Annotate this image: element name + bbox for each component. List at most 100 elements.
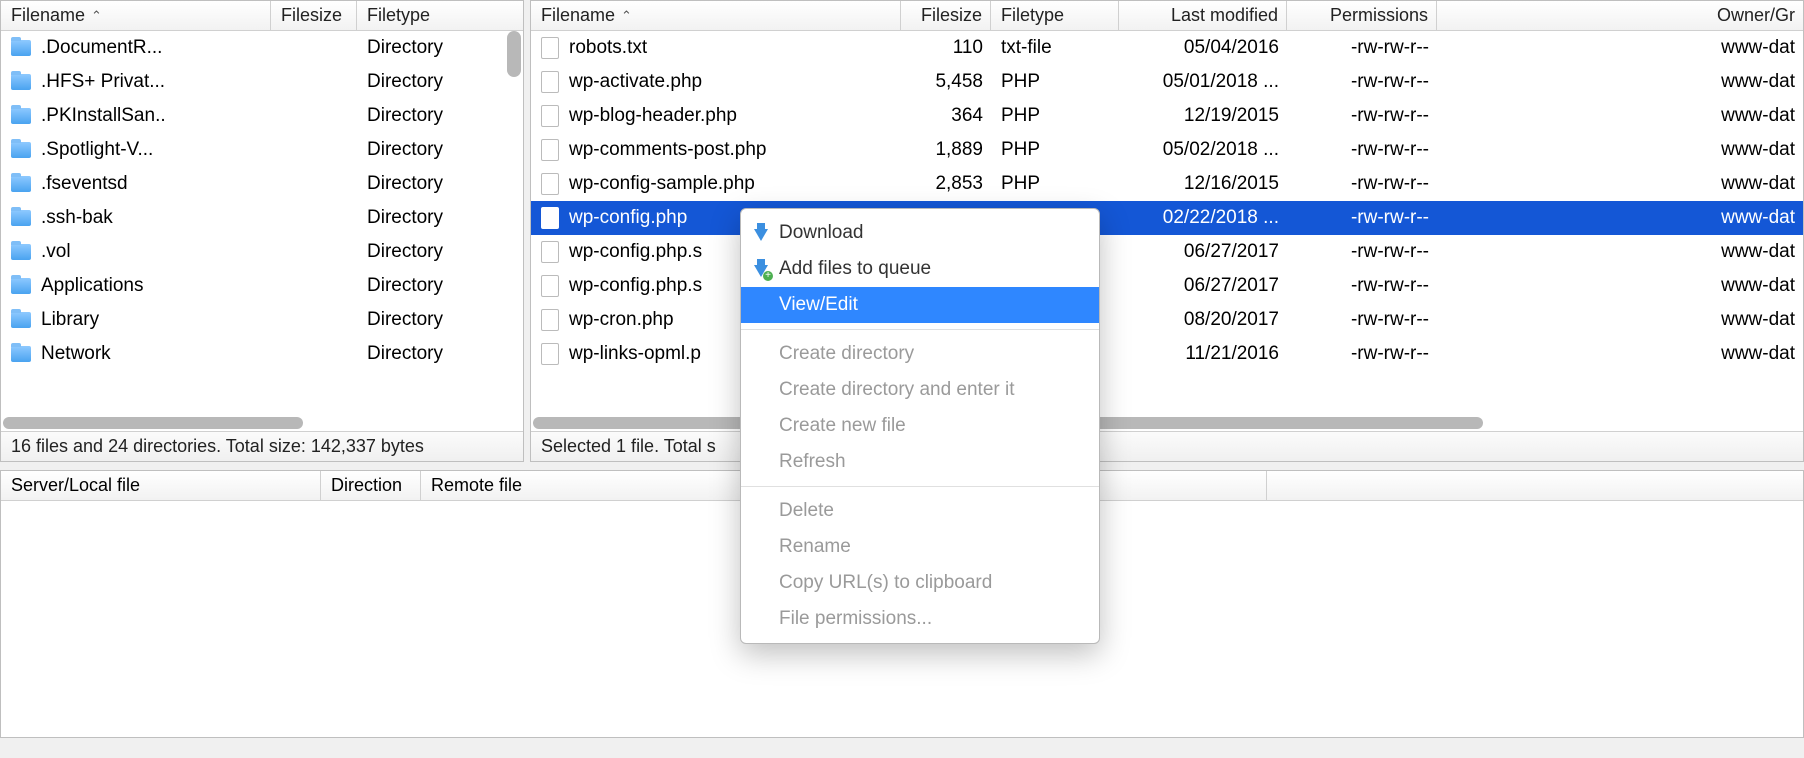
remote-file-row[interactable]: wp-activate.php5,458PHP05/01/2018 ...-rw… bbox=[531, 65, 1803, 99]
local-header-row: Filename ⌃ Filesize Filetype bbox=[1, 1, 523, 31]
remote-file-row[interactable]: robots.txt110txt-file05/04/2016-rw-rw-r-… bbox=[531, 31, 1803, 65]
sort-asc-icon: ⌃ bbox=[91, 8, 102, 24]
file-permissions: -rw-rw-r-- bbox=[1287, 269, 1437, 303]
file-size bbox=[271, 303, 357, 337]
remote-file-list[interactable]: robots.txt110txt-file05/04/2016-rw-rw-r-… bbox=[531, 31, 1803, 415]
remote-file-row[interactable]: wp-config.php.s06/27/2017-rw-rw-r--www-d… bbox=[531, 235, 1803, 269]
file-owner: www-dat bbox=[1437, 99, 1803, 133]
local-file-row[interactable]: ApplicationsDirectory bbox=[1, 269, 523, 303]
file-size bbox=[271, 65, 357, 99]
local-header-filetype[interactable]: Filetype bbox=[357, 1, 523, 30]
file-name: wp-config.php bbox=[569, 207, 687, 229]
file-owner: www-dat bbox=[1437, 31, 1803, 65]
local-status-bar: 16 files and 24 directories. Total size:… bbox=[1, 431, 523, 461]
file-modified: 05/01/2018 ... bbox=[1119, 65, 1287, 99]
file-type: txt-file bbox=[991, 31, 1119, 65]
file-modified: 12/19/2015 bbox=[1119, 99, 1287, 133]
file-permissions: -rw-rw-r-- bbox=[1287, 303, 1437, 337]
file-size bbox=[271, 99, 357, 133]
file-owner: www-dat bbox=[1437, 65, 1803, 99]
remote-header-permissions[interactable]: Permissions bbox=[1287, 1, 1437, 30]
remote-file-row[interactable]: wp-blog-header.php364PHP12/19/2015-rw-rw… bbox=[531, 99, 1803, 133]
folder-icon bbox=[11, 40, 31, 56]
file-name: .vol bbox=[41, 241, 71, 263]
menu-refresh[interactable]: Refresh bbox=[741, 444, 1099, 480]
local-horizontal-scrollbar[interactable] bbox=[1, 415, 523, 431]
remote-file-row[interactable]: wp-links-opml.p11/21/2016-rw-rw-r--www-d… bbox=[531, 337, 1803, 371]
file-icon bbox=[541, 241, 559, 263]
menu-create-new-file[interactable]: Create new file bbox=[741, 408, 1099, 444]
menu-create-directory-enter[interactable]: Create directory and enter it bbox=[741, 372, 1099, 408]
queue-header-local[interactable]: Server/Local file bbox=[1, 471, 321, 500]
remote-header-filesize[interactable]: Filesize bbox=[901, 1, 991, 30]
folder-icon bbox=[11, 108, 31, 124]
file-type: Directory bbox=[357, 303, 507, 337]
queue-header-direction[interactable]: Direction bbox=[321, 471, 421, 500]
file-modified: 06/27/2017 bbox=[1119, 235, 1287, 269]
file-owner: www-dat bbox=[1437, 269, 1803, 303]
remote-horizontal-scrollbar[interactable] bbox=[531, 415, 1803, 431]
file-name: wp-comments-post.php bbox=[569, 139, 766, 161]
file-name: .DocumentR... bbox=[41, 37, 162, 59]
remote-header-filename[interactable]: Filename ⌃ bbox=[531, 1, 901, 30]
local-file-row[interactable]: LibraryDirectory bbox=[1, 303, 523, 337]
menu-rename[interactable]: Rename bbox=[741, 529, 1099, 565]
file-name: .PKInstallSan.. bbox=[41, 105, 166, 127]
remote-file-row[interactable]: wp-comments-post.php1,889PHP05/02/2018 .… bbox=[531, 133, 1803, 167]
remote-file-row[interactable]: wp-config-sample.php2,853PHP12/16/2015-r… bbox=[531, 167, 1803, 201]
menu-file-permissions[interactable]: File permissions... bbox=[741, 601, 1099, 637]
local-header-filename[interactable]: Filename ⌃ bbox=[1, 1, 271, 30]
scrollbar-thumb[interactable] bbox=[507, 31, 521, 77]
file-icon bbox=[541, 139, 559, 161]
file-type: Directory bbox=[357, 235, 507, 269]
local-file-list[interactable]: .DocumentR...Directory.HFS+ Privat...Dir… bbox=[1, 31, 523, 415]
file-name: wp-config.php.s bbox=[569, 241, 702, 263]
download-icon bbox=[751, 223, 771, 243]
menu-add-to-queue[interactable]: + Add files to queue bbox=[741, 251, 1099, 287]
file-type: PHP bbox=[991, 65, 1119, 99]
menu-create-directory[interactable]: Create directory bbox=[741, 336, 1099, 372]
local-file-row[interactable]: .fseventsdDirectory bbox=[1, 167, 523, 201]
file-size: 1,889 bbox=[901, 133, 991, 167]
file-name: .HFS+ Privat... bbox=[41, 71, 165, 93]
menu-separator bbox=[741, 486, 1099, 487]
file-type: Directory bbox=[357, 201, 507, 235]
local-file-row[interactable]: .ssh-bak Directory bbox=[1, 201, 523, 235]
file-name: wp-config.php.s bbox=[569, 275, 702, 297]
file-type: Directory bbox=[357, 31, 507, 65]
menu-label: Download bbox=[779, 222, 864, 244]
remote-file-row[interactable]: wp-cron.php08/20/2017-rw-rw-r--www-dat bbox=[531, 303, 1803, 337]
remote-header-lastmodified[interactable]: Last modified bbox=[1119, 1, 1287, 30]
folder-icon bbox=[11, 210, 31, 226]
menu-download[interactable]: Download bbox=[741, 215, 1099, 251]
local-header-filesize[interactable]: Filesize bbox=[271, 1, 357, 30]
file-icon bbox=[541, 37, 559, 59]
local-file-row[interactable]: .HFS+ Privat...Directory bbox=[1, 65, 523, 99]
file-permissions: -rw-rw-r-- bbox=[1287, 31, 1437, 65]
folder-icon bbox=[11, 176, 31, 192]
local-vertical-scrollbar[interactable] bbox=[507, 31, 521, 441]
remote-header-owner[interactable]: Owner/Gr bbox=[1437, 1, 1803, 30]
file-size bbox=[271, 31, 357, 65]
file-name: .ssh-bak bbox=[41, 207, 113, 229]
remote-header-filetype[interactable]: Filetype bbox=[991, 1, 1119, 30]
menu-view-edit[interactable]: View/Edit bbox=[741, 287, 1099, 323]
remote-file-row[interactable]: wp-config.php02/22/2018 ...-rw-rw-r--www… bbox=[531, 201, 1803, 235]
local-file-row[interactable]: .PKInstallSan..Directory bbox=[1, 99, 523, 133]
menu-separator bbox=[741, 329, 1099, 330]
file-name: .Spotlight-V... bbox=[41, 139, 153, 161]
local-file-row[interactable]: NetworkDirectory bbox=[1, 337, 523, 371]
scrollbar-thumb[interactable] bbox=[3, 417, 303, 429]
file-modified: 08/20/2017 bbox=[1119, 303, 1287, 337]
remote-file-row[interactable]: wp-config.php.s06/27/2017-rw-rw-r--www-d… bbox=[531, 269, 1803, 303]
menu-delete[interactable]: Delete bbox=[741, 493, 1099, 529]
folder-icon bbox=[11, 74, 31, 90]
file-permissions: -rw-rw-r-- bbox=[1287, 133, 1437, 167]
local-file-row[interactable]: .DocumentR... Directory bbox=[1, 31, 523, 65]
menu-copy-url[interactable]: Copy URL(s) to clipboard bbox=[741, 565, 1099, 601]
file-name: Network bbox=[41, 343, 111, 365]
file-owner: www-dat bbox=[1437, 303, 1803, 337]
local-file-row[interactable]: .vol Directory bbox=[1, 235, 523, 269]
file-type: Directory bbox=[357, 133, 507, 167]
local-file-row[interactable]: .Spotlight-V... Directory bbox=[1, 133, 523, 167]
